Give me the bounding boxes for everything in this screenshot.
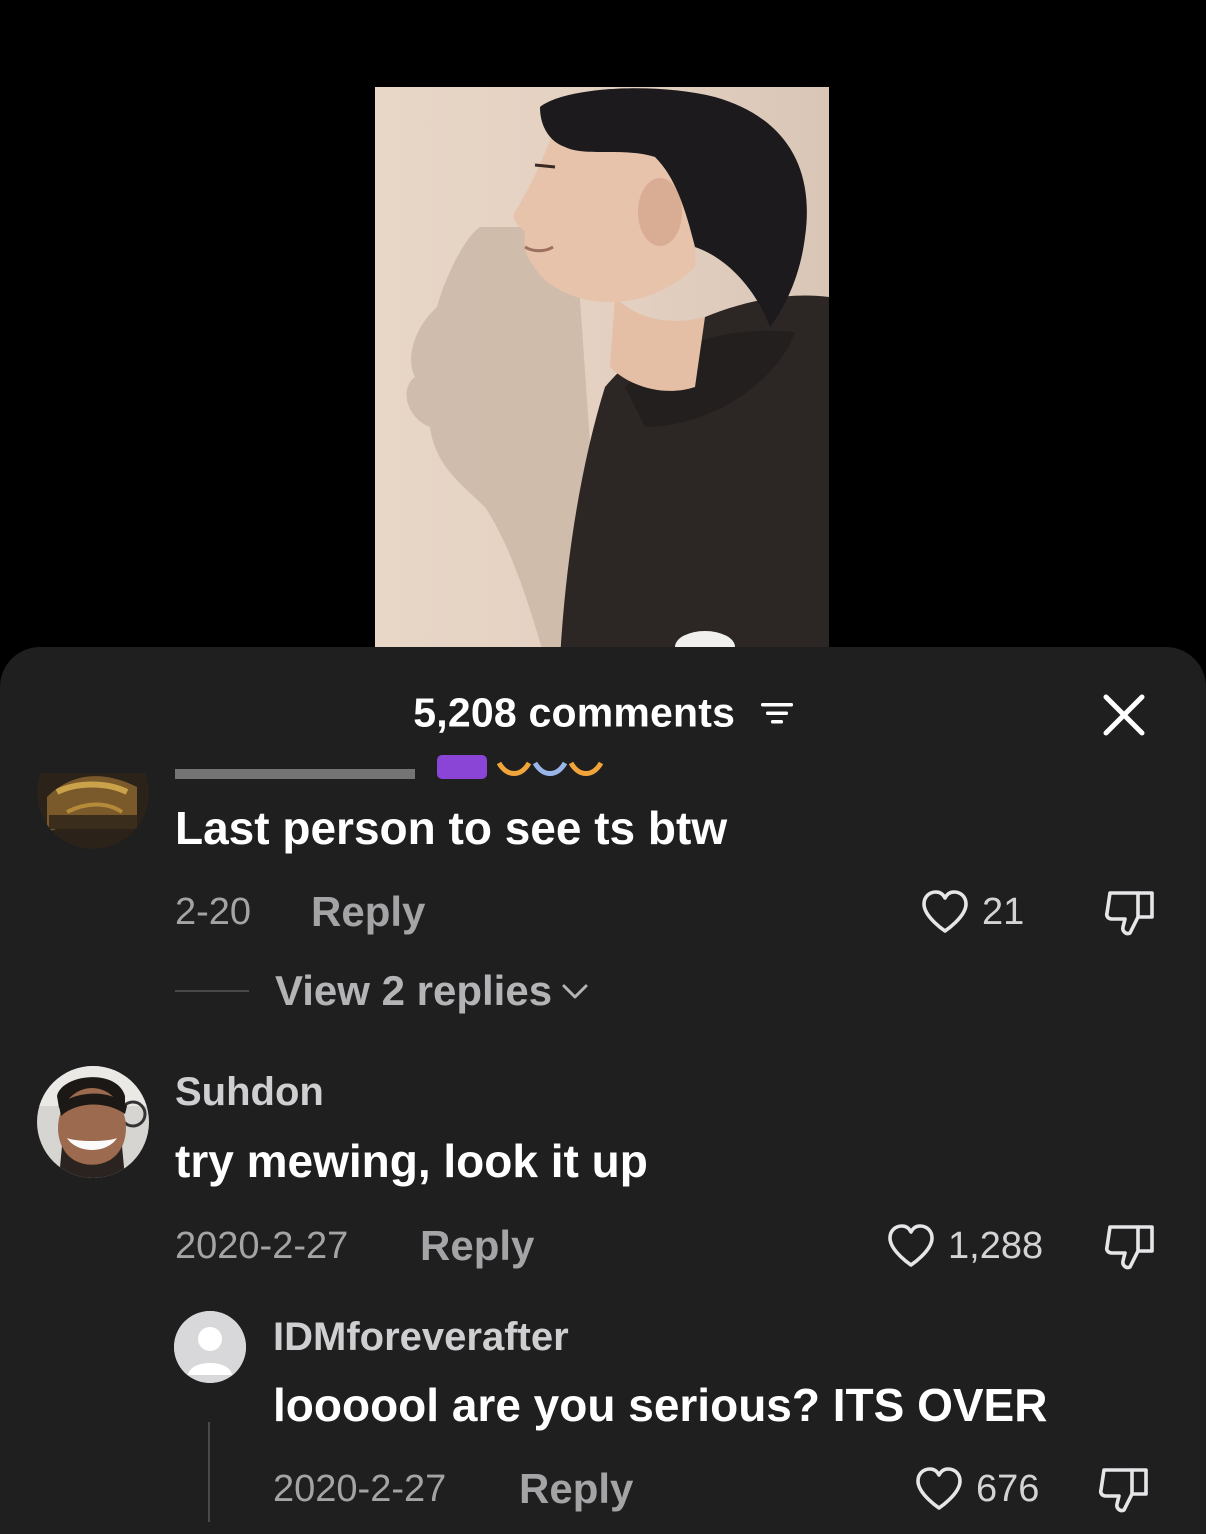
like-count: 1,288 bbox=[948, 1224, 1044, 1267]
reply-date: 2020-2-27 bbox=[273, 1468, 447, 1510]
heart-outline-icon bbox=[888, 1224, 934, 1267]
username-cut-off bbox=[175, 755, 675, 781]
heart-outline-icon bbox=[922, 890, 968, 933]
video-player[interactable] bbox=[0, 0, 1206, 660]
comments-header: 5,208 comments bbox=[0, 647, 1206, 767]
thread-line bbox=[175, 990, 249, 992]
comments-count-title: 5,208 comments bbox=[0, 687, 1206, 737]
reply-text: loooool are you serious? ITS OVER bbox=[273, 1379, 1048, 1431]
view-replies-button[interactable]: View 2 replies bbox=[175, 967, 590, 1015]
comments-sheet: 5,208 comments Last person to see ts btw… bbox=[0, 647, 1206, 1534]
reply-username[interactable]: IDMforeverafter bbox=[273, 1315, 569, 1360]
comment-text: try mewing, look it up bbox=[175, 1135, 648, 1187]
reply-button[interactable]: Reply bbox=[311, 888, 425, 936]
emoji-icon bbox=[496, 761, 604, 776]
thumbs-down-icon[interactable] bbox=[1096, 1462, 1152, 1518]
comments-count-label: 5,208 comments bbox=[413, 689, 736, 736]
video-thumbnail bbox=[375, 87, 829, 660]
comment-username[interactable]: Suhdon bbox=[175, 1070, 324, 1115]
like-button[interactable]: 21 bbox=[920, 889, 1024, 935]
like-button[interactable]: 1,288 bbox=[886, 1223, 1043, 1269]
filter-lines-icon[interactable] bbox=[760, 699, 793, 727]
like-button[interactable]: 676 bbox=[914, 1466, 1039, 1512]
reply-button[interactable]: Reply bbox=[420, 1222, 534, 1270]
thumbs-down-icon[interactable] bbox=[1102, 885, 1158, 941]
chevron-down-icon bbox=[562, 984, 588, 999]
default-avatar-icon[interactable] bbox=[174, 1311, 246, 1383]
avatar[interactable] bbox=[37, 1066, 149, 1178]
reply-button[interactable]: Reply bbox=[519, 1465, 633, 1513]
comment-date: 2-20 bbox=[175, 891, 252, 933]
comment-text: Last person to see ts btw bbox=[175, 802, 728, 854]
view-replies-label: View 2 replies bbox=[275, 967, 553, 1014]
heart-outline-icon bbox=[916, 1467, 962, 1510]
thumbs-down-icon[interactable] bbox=[1102, 1219, 1158, 1275]
comment-date: 2020-2-27 bbox=[175, 1225, 349, 1267]
like-count: 21 bbox=[982, 890, 1025, 933]
like-count: 676 bbox=[976, 1467, 1040, 1510]
badge-icon bbox=[437, 755, 487, 779]
reply-thread-line bbox=[208, 1422, 210, 1522]
close-icon[interactable] bbox=[1096, 687, 1152, 743]
